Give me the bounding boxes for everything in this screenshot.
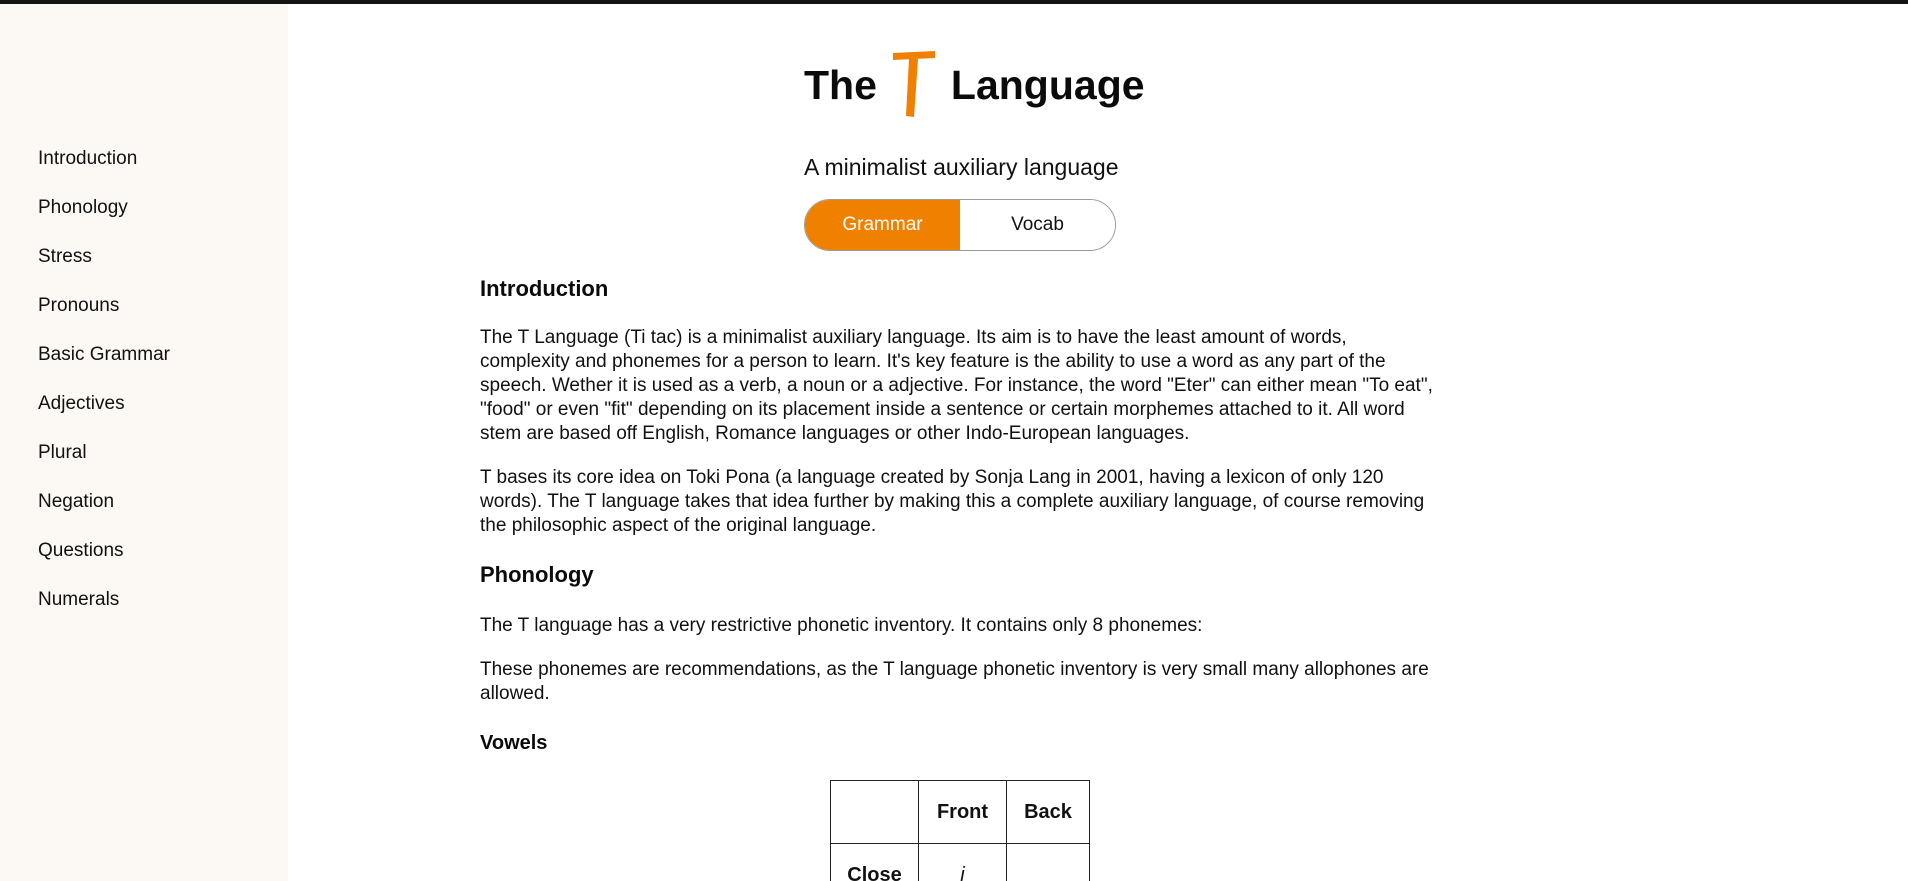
page-title: The Language xyxy=(804,48,1145,122)
sidebar-item-introduction[interactable]: Introduction xyxy=(38,142,170,191)
table-header-row: Front Back xyxy=(830,780,1090,844)
title-the: The xyxy=(804,61,877,108)
section-heading-introduction: Introduction xyxy=(480,276,609,301)
section-heading-phonology: Phonology xyxy=(480,562,594,587)
sidebar-item-negation[interactable]: Negation xyxy=(38,485,170,534)
vowels-table: Front Back Close i xyxy=(830,780,1090,881)
phonology-paragraph-1: The T language has a very restrictive ph… xyxy=(480,615,1203,636)
page-subtitle: A minimalist auxiliary language xyxy=(804,154,1119,180)
toggle-grammar-button[interactable]: Grammar xyxy=(805,200,960,250)
sidebar-item-adjectives[interactable]: Adjectives xyxy=(38,387,170,436)
table-header-front: Front xyxy=(918,780,1007,844)
sidebar-item-questions[interactable]: Questions xyxy=(38,534,170,583)
sidebar-nav: Introduction Phonology Stress Pronouns B… xyxy=(38,142,170,632)
sidebar-item-stress[interactable]: Stress xyxy=(38,240,170,289)
toggle-vocab-button[interactable]: Vocab xyxy=(960,200,1115,250)
table-cell-close-back xyxy=(1006,843,1090,881)
phonology-paragraph-2: These phonemes are recommendations, as t… xyxy=(480,659,1429,704)
sidebar-item-numerals[interactable]: Numerals xyxy=(38,583,170,632)
intro-paragraph-1: The T Language (Ti tac) is a minimalist … xyxy=(480,327,1433,444)
sidebar-item-pronouns[interactable]: Pronouns xyxy=(38,289,170,338)
grammar-vocab-toggle: Grammar Vocab xyxy=(804,199,1116,251)
sidebar-item-basic-grammar[interactable]: Basic Grammar xyxy=(38,338,170,387)
sidebar-item-phonology[interactable]: Phonology xyxy=(38,191,170,240)
table-header-empty xyxy=(830,780,919,844)
sidebar: Introduction Phonology Stress Pronouns B… xyxy=(0,4,288,881)
t-logo-icon xyxy=(887,51,937,119)
intro-paragraph-2: T bases its core idea on Toki Pona (a la… xyxy=(480,467,1425,536)
table-row-label-close: Close xyxy=(830,843,919,881)
table-cell-close-front: i xyxy=(918,843,1007,881)
table-header-back: Back xyxy=(1006,780,1090,844)
section-heading-vowels: Vowels xyxy=(480,732,548,754)
main-content: The Language A minimalist auxiliary lang… xyxy=(288,4,1908,881)
sidebar-item-plural[interactable]: Plural xyxy=(38,436,170,485)
title-language: Language xyxy=(950,61,1145,108)
table-row: Close i xyxy=(830,843,1090,881)
